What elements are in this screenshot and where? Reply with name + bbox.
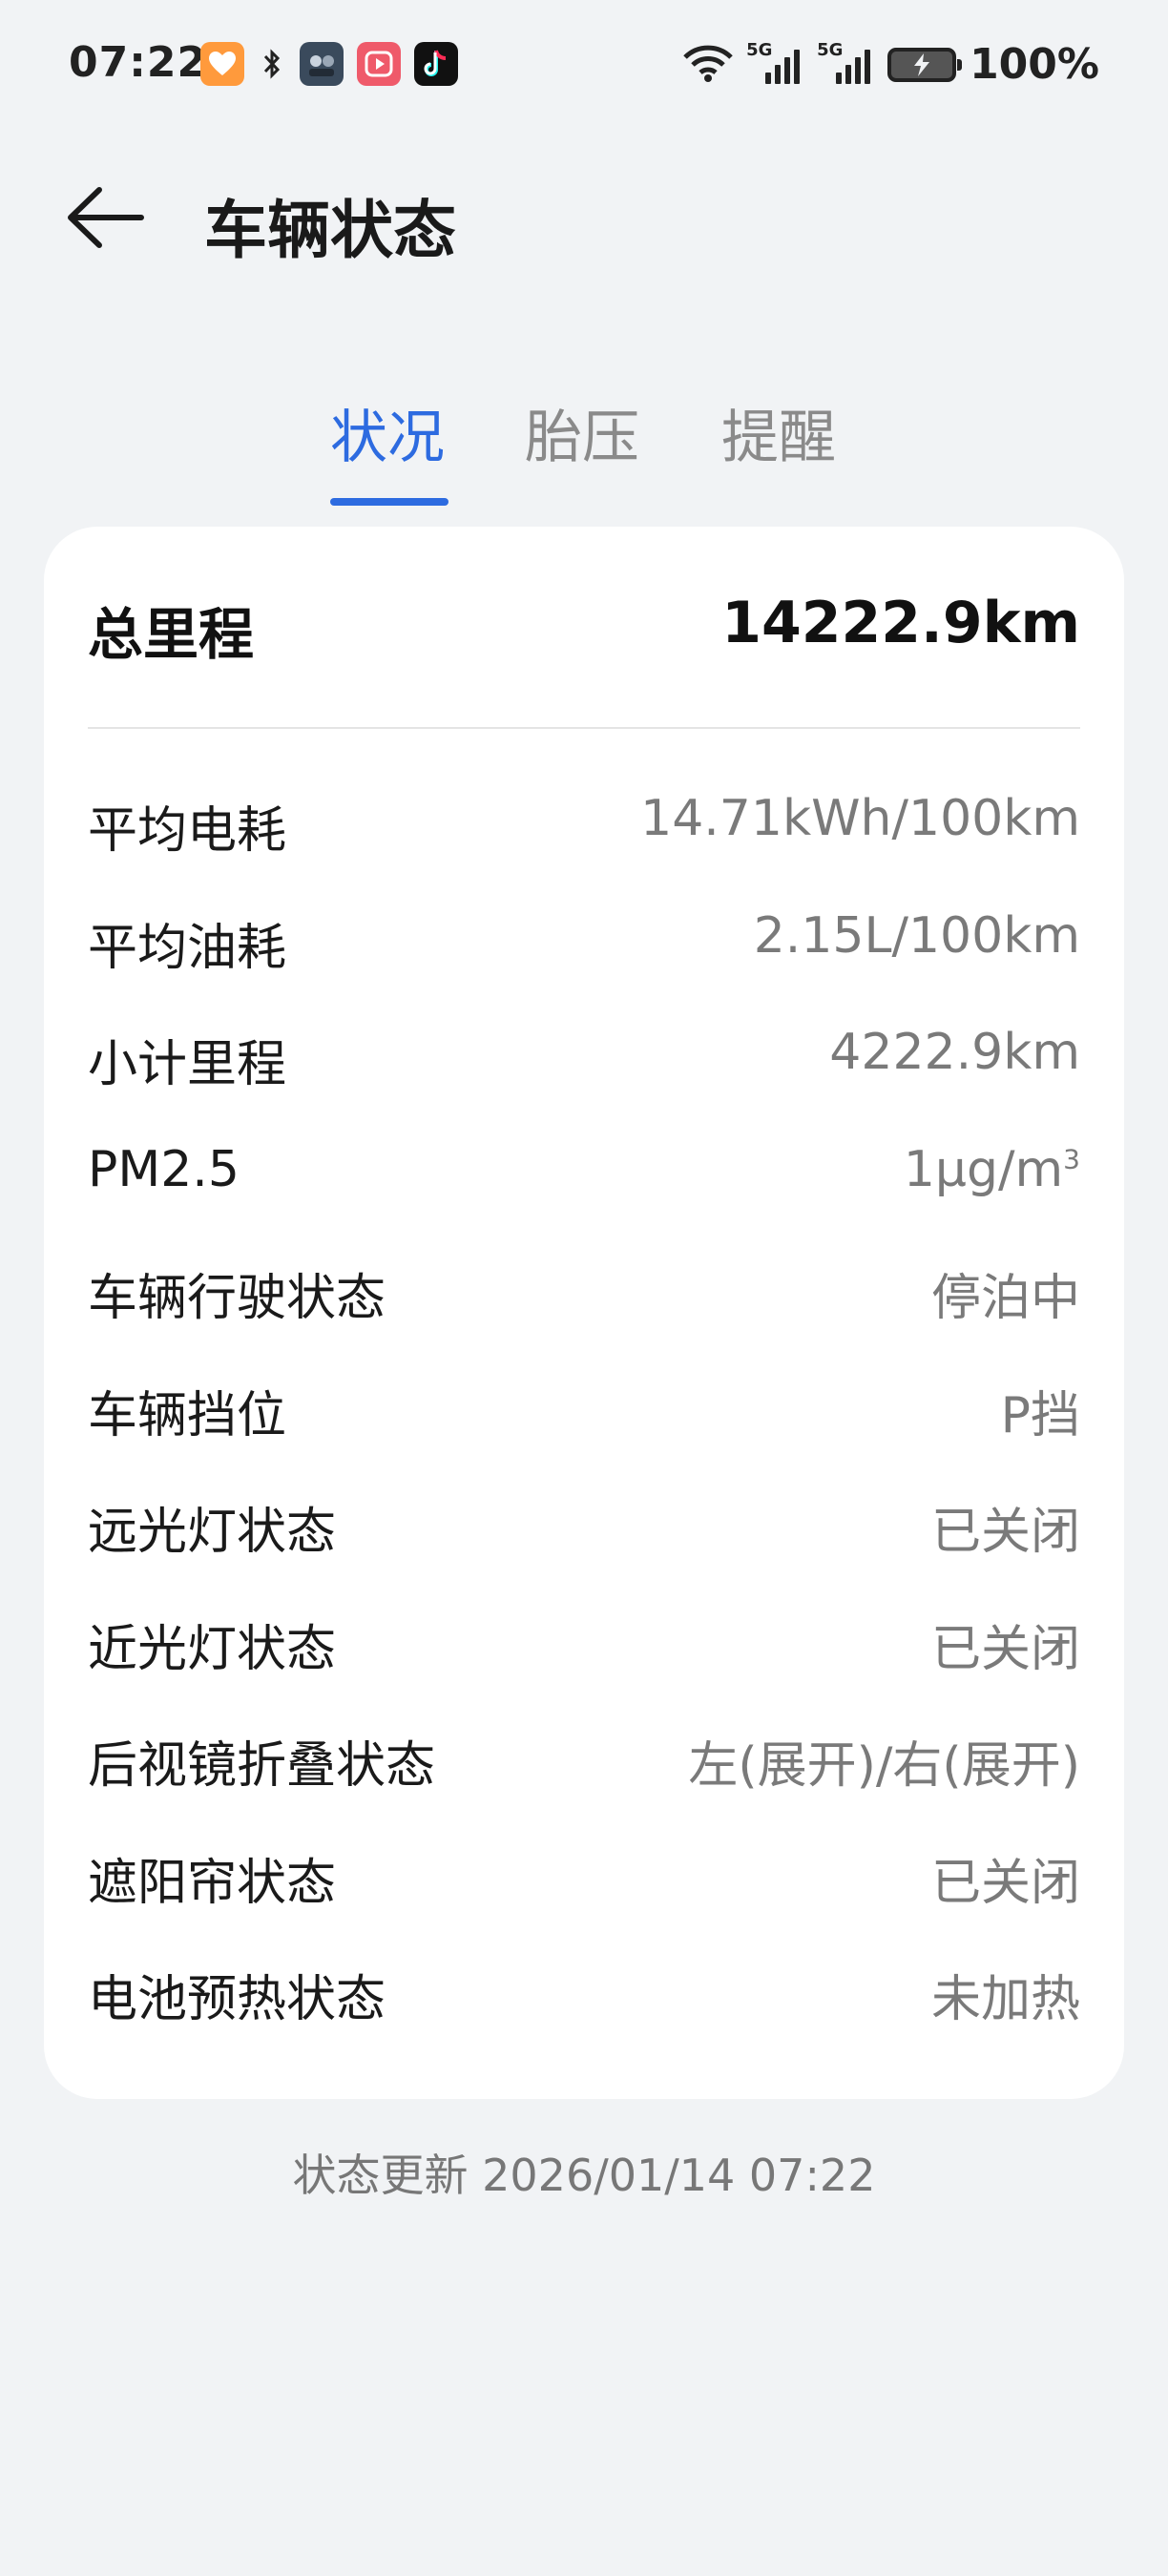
item-value: P挡 [1000,1386,1080,1444]
pm-unit-exponent: 3 [1063,1143,1080,1175]
last-updated-text: 状态更新 2026/01/14 07:22 [292,2150,876,2201]
list-item: 电池预热状态 未加热 [88,1940,1080,2057]
item-value: 2.15L/100km [753,906,1080,965]
item-value: 1μg/m3 [904,1141,1080,1198]
list-item: 遮阳帘状态 已关闭 [88,1823,1080,1941]
page-title: 车辆状态 [204,194,456,267]
battery-percent: 100% [970,40,1099,89]
item-label: 电池预热状态 [88,1971,386,2028]
item-value: 已关闭 [930,1854,1080,1912]
item-label: 小计里程 [88,1036,287,1093]
item-value: 已关闭 [930,1504,1080,1561]
network-type-label: 5G [746,39,773,60]
heart-app-icon [200,42,244,86]
status-bar: 07:22 5G 5G 100% [0,0,1168,134]
tiktok-icon [414,42,458,86]
item-label: 车辆挡位 [88,1386,287,1444]
item-value: 已关闭 [930,1620,1080,1678]
item-label: 近光灯状态 [88,1620,337,1678]
video-app-icon [357,42,401,86]
tab-status[interactable]: 状况 [330,391,445,474]
bluetooth-icon [258,42,286,86]
signal-icon-1: 5G [746,40,803,84]
total-mileage-label: 总里程 [88,602,255,667]
item-label: 平均电耗 [88,802,287,860]
list-item: 平均油耗 2.15L/100km [88,888,1080,1006]
item-label: 后视镜折叠状态 [88,1737,436,1795]
item-value: 14.71kWh/100km [640,790,1080,847]
list-item: PM2.5 1μg/m3 [88,1122,1080,1239]
item-label: 远光灯状态 [88,1504,337,1561]
wifi-icon [683,44,733,86]
item-label: 平均油耗 [88,919,287,977]
list-item: 近光灯状态 已关闭 [88,1589,1080,1707]
tab-tire-pressure[interactable]: 胎压 [525,391,639,474]
item-value: 左(展开)/右(展开) [688,1737,1080,1795]
vehicle-status-card: 总里程 14222.9km 平均电耗 14.71kWh/100km 平均油耗 2… [44,527,1124,2099]
item-value: 未加热 [930,1971,1080,2028]
divider [88,727,1080,729]
list-item: 小计里程 4222.9km [88,1005,1080,1122]
item-label: PM2.5 [88,1140,240,1198]
network-type-label: 5G [817,39,844,60]
notification-icons [200,42,458,86]
battery-icon [887,47,963,82]
arrow-left-icon [65,184,145,255]
list-item: 车辆挡位 P挡 [88,1356,1080,1473]
item-value: 停泊中 [930,1270,1080,1327]
list-item: 远光灯状态 已关闭 [88,1472,1080,1589]
item-label: 车辆行驶状态 [88,1270,386,1327]
item-label: 遮阳帘状态 [88,1854,337,1912]
system-indicators: 5G 5G 100% [683,40,1099,89]
pm-value: 1μg/m [903,1140,1064,1198]
item-value: 4222.9km [829,1024,1080,1081]
list-item: 后视镜折叠状态 左(展开)/右(展开) [88,1706,1080,1823]
active-tab-indicator [330,498,448,506]
total-mileage-value: 14222.9km [721,590,1080,656]
list-item: 平均电耗 14.71kWh/100km [88,771,1080,888]
signal-icon-2: 5G [817,40,874,84]
status-list: 平均电耗 14.71kWh/100km 平均油耗 2.15L/100km 小计里… [88,771,1080,2057]
list-item: 车辆行驶状态 停泊中 [88,1238,1080,1356]
total-mileage-row: 总里程 14222.9km [88,590,1080,675]
photo-app-icon [300,42,344,86]
tab-reminder[interactable]: 提醒 [721,391,836,474]
back-button[interactable] [57,181,153,258]
status-time: 07:22 [69,38,208,87]
